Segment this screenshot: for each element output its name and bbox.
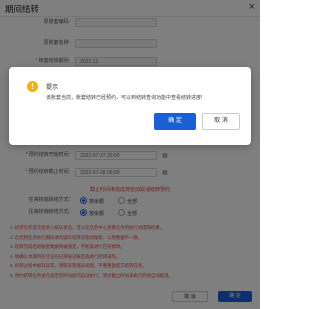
modal-overlay <box>0 0 260 309</box>
dialog-cancel-button[interactable]: 取 消 <box>202 113 240 130</box>
dialog-ok-button[interactable]: 确 定 <box>154 113 196 130</box>
message-dialog: ! 提示 该账套当前，账套结转已经预约，可以到结转查询功能中查看结转进度! 确 … <box>9 67 251 145</box>
dialog-title: 提示 <box>46 85 59 91</box>
warning-icon: ! <box>27 81 38 92</box>
dialog-message: 该账套当前，账套结转已经预约，可以到结转查询功能中查看结转进度! <box>46 95 203 101</box>
